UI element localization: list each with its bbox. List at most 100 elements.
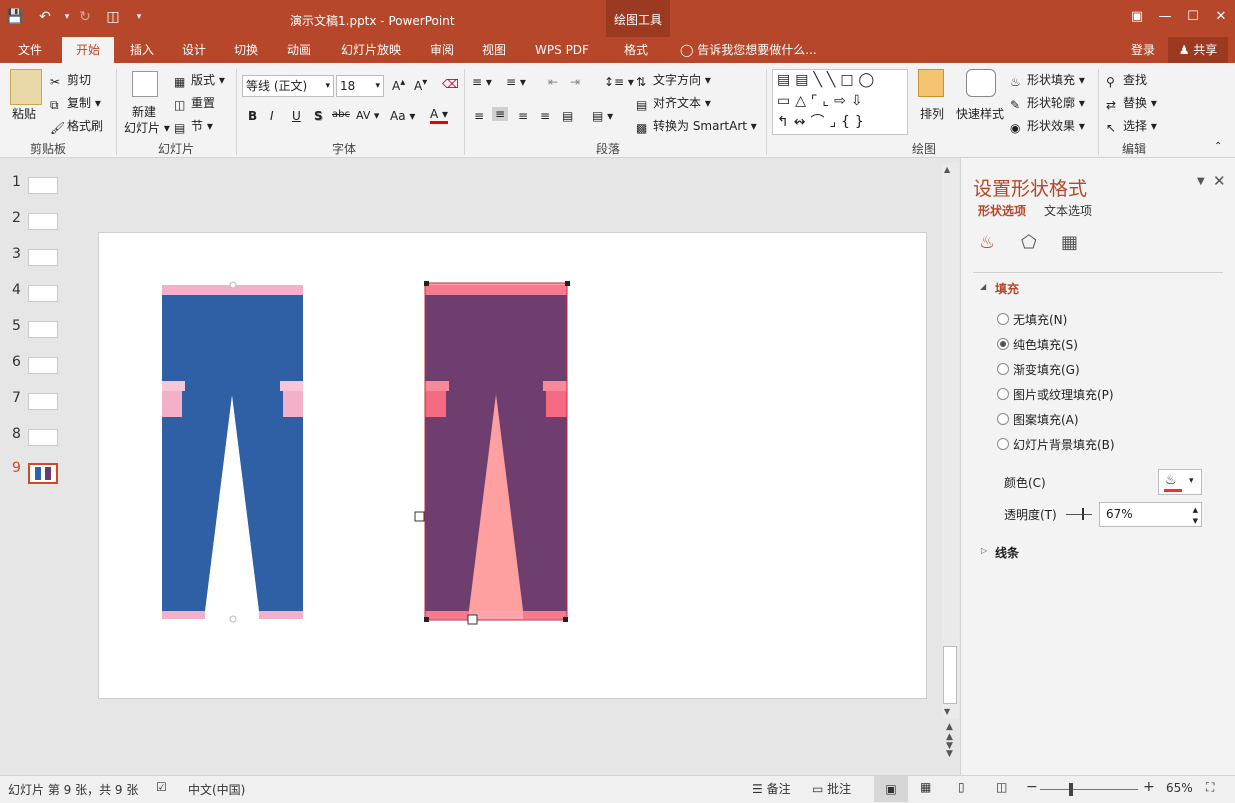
slide-thumbnail-6[interactable]: [28, 357, 58, 374]
tab-wps-pdf[interactable]: WPS PDF: [530, 37, 594, 63]
vertical-scrollbar[interactable]: ▲ ▼: [942, 163, 959, 718]
tab-file[interactable]: 文件: [8, 37, 52, 63]
reset-button[interactable]: ◫ 重置: [174, 94, 215, 112]
transparency-input[interactable]: 67% ▲ ▼: [1099, 502, 1202, 527]
fill-section-header[interactable]: 填充: [995, 280, 1019, 297]
slide-thumbnail-4[interactable]: [28, 285, 58, 302]
customize-qat-icon[interactable]: ▾: [130, 8, 148, 26]
effects-pentagon-icon[interactable]: ⬠: [1021, 232, 1037, 253]
zoom-slider-thumb[interactable]: [1069, 783, 1073, 796]
slide-thumbnail-8[interactable]: [28, 429, 58, 446]
new-slide-button[interactable]: 新建: [132, 103, 156, 120]
redo-icon[interactable]: ↻: [76, 8, 94, 26]
comments-button[interactable]: ▭ 批注: [812, 780, 851, 797]
pattern-fill-radio[interactable]: [997, 413, 1009, 425]
maximize-icon[interactable]: ☐: [1182, 8, 1204, 26]
line-spacing-icon[interactable]: ↕≡ ▾: [604, 75, 634, 89]
replace-button[interactable]: ⇄ 替换 ▾: [1106, 94, 1157, 112]
shape-fill-button[interactable]: ♨ 形状填充 ▾: [1010, 71, 1085, 89]
zoom-slider-track[interactable]: [1040, 789, 1138, 790]
minimize-icon[interactable]: —: [1154, 8, 1176, 26]
solid-fill-label[interactable]: 纯色填充(S): [1013, 336, 1078, 353]
decrease-indent-icon[interactable]: ⇤: [548, 75, 558, 89]
spin-down-icon[interactable]: ▼: [1193, 510, 1198, 533]
solid-fill-radio[interactable]: [997, 338, 1009, 350]
slide-thumbnail-3[interactable]: [28, 249, 58, 266]
undo-icon[interactable]: ↶: [36, 8, 54, 26]
tab-design[interactable]: 设计: [174, 37, 214, 63]
line-expand-icon[interactable]: ▷: [981, 546, 987, 555]
zoom-level[interactable]: 65%: [1166, 781, 1193, 795]
pants-selected-shape[interactable]: [424, 282, 568, 621]
no-fill-label[interactable]: 无填充(N): [1013, 311, 1067, 328]
undo-dropdown-icon[interactable]: ▾: [58, 8, 76, 26]
tab-transitions[interactable]: 切换: [226, 37, 266, 63]
transparency-slider-thumb[interactable]: [1082, 508, 1084, 520]
tab-animations[interactable]: 动画: [279, 37, 319, 63]
signin-link[interactable]: 登录: [1124, 37, 1162, 63]
layout-button[interactable]: ▦ 版式 ▾: [174, 71, 225, 89]
font-color-button[interactable]: A ▾: [430, 107, 449, 124]
tab-shape-options[interactable]: 形状选项: [978, 202, 1026, 219]
clear-format-icon[interactable]: ⌫: [442, 77, 459, 91]
pane-options-icon[interactable]: ▼: [1197, 176, 1205, 187]
distributed-icon[interactable]: ▤: [562, 109, 573, 123]
start-from-beginning-icon[interactable]: ◫: [104, 8, 122, 26]
align-left-icon[interactable]: ≡: [474, 109, 484, 123]
next-slide-icon[interactable]: ▼ ▼: [946, 742, 953, 759]
shapes-gallery[interactable]: ▤▤╲╲□◯ ▭△⌜⌞⇨⇩ ↰↭⌒⌟{}: [772, 69, 908, 135]
collapse-ribbon-icon[interactable]: ⌃: [1214, 141, 1222, 152]
quick-styles-button[interactable]: 快速样式: [956, 105, 1004, 122]
background-fill-label[interactable]: 幻灯片背景填充(B): [1013, 436, 1115, 453]
zoom-out-icon[interactable]: −: [1026, 779, 1038, 795]
notes-button[interactable]: ☰ 备注: [752, 780, 791, 797]
align-center-icon[interactable]: ≡: [492, 107, 509, 121]
convert-smartart-button[interactable]: ▩ 转换为 SmartArt ▾: [636, 117, 757, 135]
reading-view-icon[interactable]: ▯: [958, 780, 965, 794]
char-spacing-button[interactable]: AV ▾: [356, 109, 379, 122]
gradient-fill-radio[interactable]: [997, 363, 1009, 375]
fill-line-icon[interactable]: ♨: [979, 232, 995, 253]
align-text-button[interactable]: ▤ 对齐文本 ▾: [636, 94, 711, 112]
scroll-thumb[interactable]: [943, 646, 957, 704]
strikethrough-button[interactable]: abc: [332, 109, 350, 120]
section-button[interactable]: ▤ 节 ▾: [174, 117, 213, 135]
cut-button[interactable]: ✂ 剪切: [50, 71, 91, 89]
arrange-icon[interactable]: [918, 69, 944, 97]
close-icon[interactable]: ✕: [1210, 8, 1232, 26]
justify-icon[interactable]: ≡: [540, 109, 550, 123]
gradient-fill-label[interactable]: 渐变填充(G): [1013, 361, 1080, 378]
tab-view[interactable]: 视图: [474, 37, 514, 63]
text-direction-button[interactable]: ⇅ 文字方向 ▾: [636, 71, 711, 89]
transparency-slider-track[interactable]: [1066, 514, 1092, 515]
tab-insert[interactable]: 插入: [122, 37, 162, 63]
slide-thumbnail-9[interactable]: [28, 463, 58, 484]
tell-me-box[interactable]: ◯ 告诉我您想要做什么...: [680, 37, 840, 63]
tab-review[interactable]: 审阅: [422, 37, 462, 63]
fit-to-window-icon[interactable]: ⛶: [1206, 780, 1214, 795]
slide-sorter-icon[interactable]: ▦: [920, 780, 931, 794]
paste-icon[interactable]: [10, 69, 42, 105]
change-case-button[interactable]: Aa ▾: [390, 109, 415, 123]
language-indicator[interactable]: 中文(中国): [188, 781, 245, 798]
font-name-select[interactable]: 等线 (正文) ▾: [242, 75, 334, 97]
normal-view-icon[interactable]: ▣: [874, 776, 908, 802]
align-right-icon[interactable]: ≡: [518, 109, 528, 123]
grow-font-icon[interactable]: A▴: [392, 77, 405, 93]
copy-button[interactable]: ⧉ 复制 ▾: [50, 94, 101, 112]
numbering-icon[interactable]: ≡ ▾: [506, 75, 526, 89]
pattern-fill-label[interactable]: 图案填充(A): [1013, 411, 1079, 428]
pants-original[interactable]: [162, 281, 303, 623]
bold-button[interactable]: B: [248, 109, 257, 123]
paste-button[interactable]: 粘贴: [12, 105, 36, 122]
tab-format[interactable]: 格式: [612, 37, 660, 63]
shrink-font-icon[interactable]: A▾: [414, 77, 427, 93]
shape-outline-button[interactable]: ✎ 形状轮廓 ▾: [1010, 94, 1085, 112]
italic-button[interactable]: I: [270, 109, 274, 123]
increase-indent-icon[interactable]: ⇥: [570, 75, 580, 89]
arrange-button[interactable]: 排列: [920, 105, 944, 122]
underline-button[interactable]: U: [292, 109, 301, 123]
tab-slideshow[interactable]: 幻灯片放映: [334, 37, 408, 63]
ribbon-display-icon[interactable]: ▣: [1126, 8, 1148, 26]
no-fill-radio[interactable]: [997, 313, 1009, 325]
